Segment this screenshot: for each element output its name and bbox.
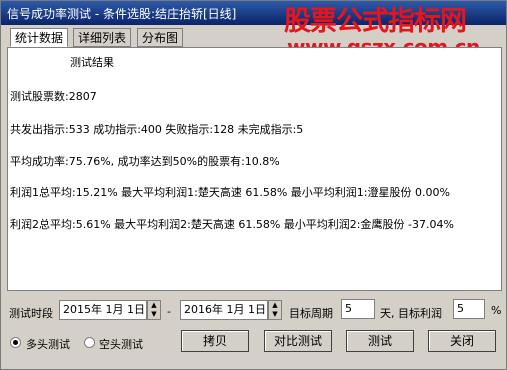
spin-up-icon: ▲ xyxy=(151,301,157,309)
window-title: 信号成功率测试 - 条件选股:结庄抬轿[日线] xyxy=(7,7,237,21)
watermark-title: 股票公式指标网 xyxy=(284,6,467,37)
start-date-field[interactable]: 2015年 1月 1日 xyxy=(59,300,147,320)
radio-short-test[interactable] xyxy=(84,337,95,348)
spin-down-icon: ▼ xyxy=(151,310,157,318)
end-date-field[interactable]: 2016年 1月 1日 xyxy=(180,300,268,320)
test-button[interactable]: 测试 xyxy=(346,330,414,352)
target-period-input[interactable]: 5 xyxy=(341,299,375,319)
spin-down-icon: ▼ xyxy=(272,310,278,318)
radio-long-label[interactable]: 多头测试 xyxy=(26,336,70,352)
test-window: 信号成功率测试 - 条件选股:结庄抬轿[日线] 股票公式指标网 www.gszx… xyxy=(0,0,507,370)
radio-short-label[interactable]: 空头测试 xyxy=(99,336,143,352)
result-success-rate: 平均成功率:75.76%, 成功率达到50%的股票有:10.8% xyxy=(10,155,280,168)
result-signals: 共发出指示:533 成功指示:400 失败指示:128 未完成指示:5 xyxy=(10,123,304,136)
result-profit1: 利润1总平均:15.21% 最大平均利润1:楚天高速 61.58% 最小平均利润… xyxy=(10,186,450,199)
tab-distribution[interactable]: 分布图 xyxy=(137,28,183,47)
start-date-spinner[interactable]: ▲ ▼ xyxy=(147,300,161,320)
result-profit2: 利润2总平均:5.61% 最大平均利润2:楚天高速 61.58% 最小平均利润2… xyxy=(10,218,454,231)
period-label: 测试时段 xyxy=(9,307,53,320)
date-dash: - xyxy=(167,305,171,318)
compare-test-button[interactable]: 对比测试 xyxy=(264,330,332,352)
copy-button[interactable]: 拷贝 xyxy=(181,330,249,352)
close-button[interactable]: 关闭 xyxy=(428,330,496,352)
results-panel: 测试结果 测试股票数:2807 共发出指示:533 成功指示:400 失败指示:… xyxy=(7,47,502,291)
results-heading: 测试结果 xyxy=(70,56,114,69)
percent-sign: % xyxy=(491,304,502,317)
target-period-label: 目标周期 xyxy=(289,307,333,320)
result-stock-count: 测试股票数:2807 xyxy=(10,90,97,103)
tab-detail-list[interactable]: 详细列表 xyxy=(73,28,131,47)
end-date-spinner[interactable]: ▲ ▼ xyxy=(268,300,282,320)
radio-long-test[interactable] xyxy=(10,337,21,348)
target-profit-label: 天, 目标利润 xyxy=(380,307,442,320)
target-profit-input[interactable]: 5 xyxy=(453,299,485,319)
spin-up-icon: ▲ xyxy=(272,301,278,309)
tab-statistics[interactable]: 统计数据 xyxy=(10,28,68,47)
